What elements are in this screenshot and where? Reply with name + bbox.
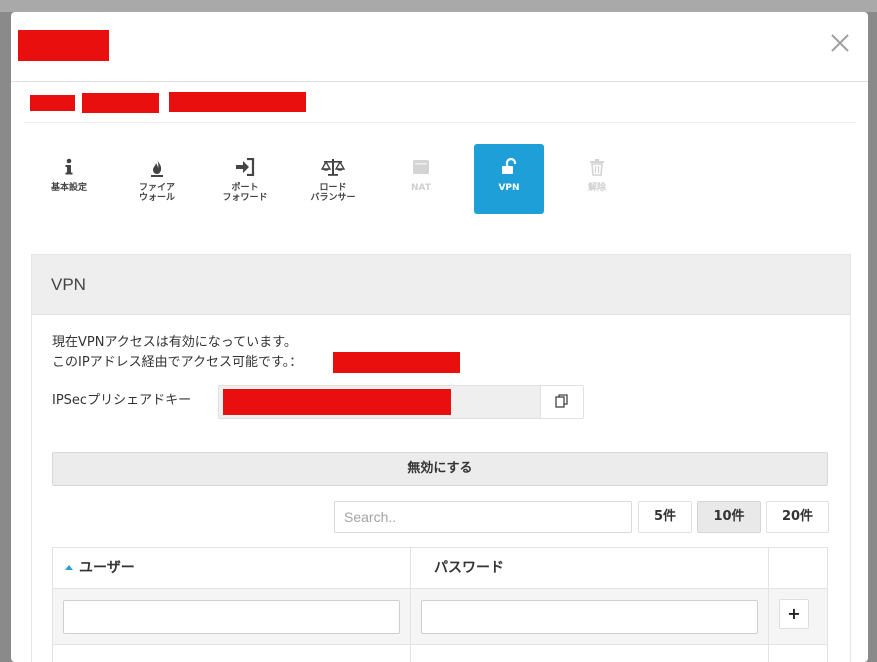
status-line-1: 現在VPNアクセスは有効になっています。 — [52, 335, 297, 350]
column-header-user-label: ユーザー — [79, 560, 135, 576]
column-header-user[interactable]: ユーザー — [53, 548, 410, 589]
new-password-input[interactable] — [421, 600, 758, 634]
balance-scale-icon — [298, 158, 368, 180]
redacted-subtitle-3 — [169, 92, 306, 112]
sign-in-icon — [210, 158, 280, 180]
tab-nat: NAT — [386, 144, 456, 214]
info-icon — [34, 158, 104, 180]
vpn-users-table: ユーザー パスワード + — [52, 547, 828, 662]
redacted-modal-title — [18, 30, 109, 61]
tab-label: ロード バランサー — [310, 183, 356, 203]
new-entry-row: + — [53, 589, 827, 645]
status-line-2-text: このIPアドレス経由でアクセス可能です。： — [52, 355, 303, 370]
tab-vpn[interactable]: VPN — [474, 144, 544, 214]
divider — [24, 122, 856, 123]
tab-label: ポート フォワード — [222, 183, 268, 203]
add-user-button[interactable]: + — [779, 599, 809, 629]
trash-icon — [562, 158, 632, 180]
page-size-20[interactable]: 20件 — [766, 501, 829, 533]
tab-label: VPN — [498, 183, 520, 193]
column-divider — [768, 548, 769, 662]
page-size-5[interactable]: 5件 — [638, 501, 692, 533]
status-line-2: このIPアドレス経由でアクセス可能です。： — [52, 353, 302, 373]
tab-label: NAT — [411, 183, 431, 193]
psk-label: IPSecプリシェアドキー — [52, 393, 192, 408]
close-icon — [831, 34, 849, 52]
vpn-settings-modal: 基本設定 ファイア ウォール ポート フォワード ロード バランサー NAT V… — [11, 12, 868, 662]
tab-port-forward[interactable]: ポート フォワード — [210, 144, 280, 214]
search-input[interactable] — [334, 501, 632, 533]
tab-label: 基本設定 — [50, 183, 87, 193]
fire-icon — [122, 158, 192, 180]
column-divider — [410, 548, 411, 662]
background-app-bar — [0, 0, 877, 12]
vpn-panel: VPN 現在VPNアクセスは有効になっています。 このIPアドレス経由でアクセス… — [31, 254, 851, 662]
unlock-icon — [474, 158, 544, 180]
copy-icon — [555, 394, 568, 408]
disable-vpn-button[interactable]: 無効にする — [52, 452, 828, 486]
modal-header — [11, 12, 868, 82]
close-button[interactable] — [828, 32, 852, 56]
sort-asc-icon — [65, 564, 73, 570]
nat-icon — [386, 158, 456, 180]
new-user-input[interactable] — [63, 600, 400, 634]
tab-release: 解除 — [562, 144, 632, 214]
vpn-status-text: 現在VPNアクセスは有効になっています。 このIPアドレス経由でアクセス可能です… — [52, 333, 302, 373]
column-header-actions — [768, 548, 827, 589]
page-size-10[interactable]: 10件 — [697, 501, 761, 533]
column-header-password: パスワード — [410, 548, 768, 589]
psk-field[interactable] — [218, 385, 584, 419]
panel-title: VPN — [32, 255, 850, 315]
table-row — [53, 645, 827, 662]
tab-label: 解除 — [587, 183, 606, 193]
tab-load-balancer[interactable]: ロード バランサー — [298, 144, 368, 214]
copy-button[interactable] — [540, 386, 583, 418]
redacted-subtitle-2 — [82, 93, 159, 113]
redacted-ip-address — [333, 352, 460, 373]
tab-label: ファイア ウォール — [138, 183, 175, 203]
tab-firewall[interactable]: ファイア ウォール — [122, 144, 192, 214]
redacted-subtitle-1 — [30, 95, 75, 111]
tab-basic-settings[interactable]: 基本設定 — [34, 144, 104, 214]
redacted-psk-value — [223, 389, 451, 415]
